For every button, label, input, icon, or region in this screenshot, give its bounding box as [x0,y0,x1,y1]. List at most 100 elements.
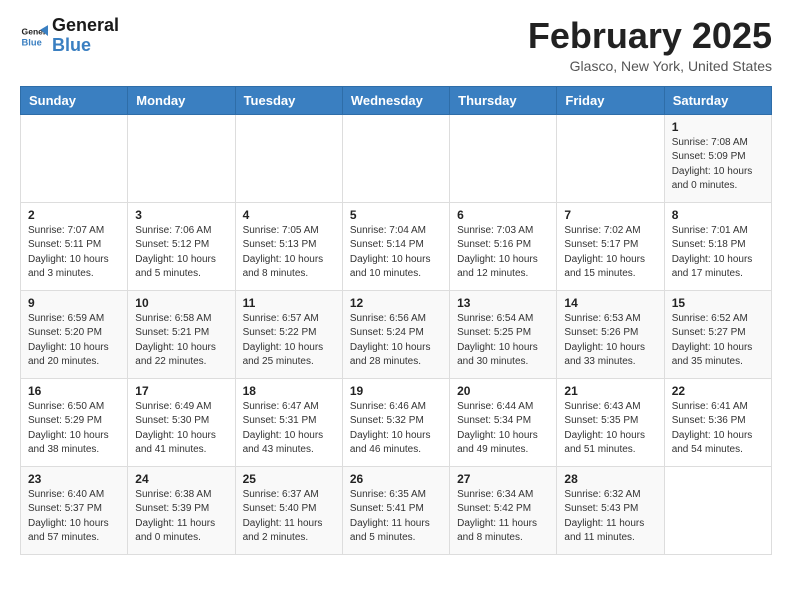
day-number: 21 [564,384,656,398]
day-number: 12 [350,296,442,310]
day-info: Sunrise: 7:04 AM Sunset: 5:14 PM Dayligh… [350,224,442,282]
calendar-cell: 21 Sunrise: 6:43 AM Sunset: 5:35 PM Dayli… [557,378,664,466]
calendar-cell: 14 Sunrise: 6:53 AM Sunset: 5:26 PM Dayli… [557,290,664,378]
day-number: 26 [350,472,442,486]
day-number: 23 [28,472,120,486]
month-title: February 2025 [528,16,772,56]
day-info: Sunrise: 6:41 AM Sunset: 5:36 PM Dayligh… [672,400,764,458]
calendar-cell: 5 Sunrise: 7:04 AM Sunset: 5:14 PM Daylig… [342,202,449,290]
calendar-week-2: 2Sunrise: 7:07 AM Sunset: 5:11 PM Daylig… [21,202,772,290]
calendar-cell [664,466,771,554]
day-number: 3 [135,208,227,222]
day-info: Sunrise: 6:53 AM Sunset: 5:26 PM Dayligh… [564,312,656,370]
calendar-cell: 13 Sunrise: 6:54 AM Sunset: 5:25 PM Dayli… [450,290,557,378]
day-number: 10 [135,296,227,310]
day-number: 27 [457,472,549,486]
logo-line2: Blue [52,36,119,56]
day-info: Sunrise: 6:32 AM Sunset: 5:43 PM Dayligh… [564,488,656,546]
title-area: February 2025 Glasco, New York, United S… [528,16,772,74]
page: General Blue General Blue February 2025 … [0,0,792,571]
calendar-cell: 25 Sunrise: 6:37 AM Sunset: 5:40 PM Dayli… [235,466,342,554]
day-info: Sunrise: 6:43 AM Sunset: 5:35 PM Dayligh… [564,400,656,458]
day-number: 18 [243,384,335,398]
day-info: Sunrise: 6:56 AM Sunset: 5:24 PM Dayligh… [350,312,442,370]
calendar-cell: 20 Sunrise: 6:44 AM Sunset: 5:34 PM Dayli… [450,378,557,466]
day-number: 24 [135,472,227,486]
weekday-header-tuesday: Tuesday [235,86,342,114]
calendar-week-4: 16 Sunrise: 6:50 AM Sunset: 5:29 PM Dayli… [21,378,772,466]
day-number: 19 [350,384,442,398]
weekday-header-saturday: Saturday [664,86,771,114]
logo-line1: General [52,16,119,36]
calendar-cell: 9 Sunrise: 6:59 AM Sunset: 5:20 PM Daylig… [21,290,128,378]
calendar-cell [235,114,342,202]
day-info: Sunrise: 7:05 AM Sunset: 5:13 PM Dayligh… [243,224,335,282]
weekday-header-monday: Monday [128,86,235,114]
day-number: 25 [243,472,335,486]
calendar-cell: 22Sunrise: 6:41 AM Sunset: 5:36 PM Dayli… [664,378,771,466]
calendar-cell [21,114,128,202]
day-info: Sunrise: 6:38 AM Sunset: 5:39 PM Dayligh… [135,488,227,546]
day-info: Sunrise: 6:37 AM Sunset: 5:40 PM Dayligh… [243,488,335,546]
day-info: Sunrise: 6:44 AM Sunset: 5:34 PM Dayligh… [457,400,549,458]
calendar-cell: 4 Sunrise: 7:05 AM Sunset: 5:13 PM Daylig… [235,202,342,290]
day-number: 9 [28,296,120,310]
calendar-cell: 28Sunrise: 6:32 AM Sunset: 5:43 PM Dayli… [557,466,664,554]
day-number: 7 [564,208,656,222]
calendar-cell [557,114,664,202]
day-info: Sunrise: 6:54 AM Sunset: 5:25 PM Dayligh… [457,312,549,370]
day-number: 17 [135,384,227,398]
calendar-cell: 17 Sunrise: 6:49 AM Sunset: 5:30 PM Dayli… [128,378,235,466]
day-info: Sunrise: 6:47 AM Sunset: 5:31 PM Dayligh… [243,400,335,458]
day-info: Sunrise: 6:49 AM Sunset: 5:30 PM Dayligh… [135,400,227,458]
calendar-cell: 12 Sunrise: 6:56 AM Sunset: 5:24 PM Dayli… [342,290,449,378]
day-number: 1 [672,120,764,134]
logo: General Blue General Blue [20,16,119,56]
day-info: Sunrise: 7:01 AM Sunset: 5:18 PM Dayligh… [672,224,764,282]
calendar-cell: 11Sunrise: 6:57 AM Sunset: 5:22 PM Dayli… [235,290,342,378]
day-number: 6 [457,208,549,222]
calendar-cell: 8 Sunrise: 7:01 AM Sunset: 5:18 PM Daylig… [664,202,771,290]
day-number: 5 [350,208,442,222]
calendar-cell: 2Sunrise: 7:07 AM Sunset: 5:11 PM Daylig… [21,202,128,290]
weekday-header-thursday: Thursday [450,86,557,114]
day-info: Sunrise: 6:35 AM Sunset: 5:41 PM Dayligh… [350,488,442,546]
day-number: 11 [243,296,335,310]
header: General Blue General Blue February 2025 … [20,16,772,74]
calendar-cell: 7Sunrise: 7:02 AM Sunset: 5:17 PM Daylig… [557,202,664,290]
calendar-week-1: 1 Sunrise: 7:08 AM Sunset: 5:09 PM Daylig… [21,114,772,202]
day-info: Sunrise: 6:52 AM Sunset: 5:27 PM Dayligh… [672,312,764,370]
day-number: 14 [564,296,656,310]
calendar-cell: 27 Sunrise: 6:34 AM Sunset: 5:42 PM Dayli… [450,466,557,554]
calendar-week-5: 23Sunrise: 6:40 AM Sunset: 5:37 PM Dayli… [21,466,772,554]
day-number: 8 [672,208,764,222]
day-info: Sunrise: 6:46 AM Sunset: 5:32 PM Dayligh… [350,400,442,458]
day-number: 4 [243,208,335,222]
day-number: 15 [672,296,764,310]
calendar-cell: 15 Sunrise: 6:52 AM Sunset: 5:27 PM Dayli… [664,290,771,378]
weekday-header-sunday: Sunday [21,86,128,114]
day-info: Sunrise: 7:03 AM Sunset: 5:16 PM Dayligh… [457,224,549,282]
day-number: 20 [457,384,549,398]
svg-text:Blue: Blue [22,37,42,47]
calendar-cell: 3 Sunrise: 7:06 AM Sunset: 5:12 PM Daylig… [128,202,235,290]
calendar-cell [450,114,557,202]
day-number: 13 [457,296,549,310]
weekday-header-wednesday: Wednesday [342,86,449,114]
day-info: Sunrise: 6:50 AM Sunset: 5:29 PM Dayligh… [28,400,120,458]
day-info: Sunrise: 6:59 AM Sunset: 5:20 PM Dayligh… [28,312,120,370]
calendar-cell [342,114,449,202]
calendar-cell: 24 Sunrise: 6:38 AM Sunset: 5:39 PM Dayli… [128,466,235,554]
day-info: Sunrise: 6:34 AM Sunset: 5:42 PM Dayligh… [457,488,549,546]
logo-text: General Blue [52,16,119,56]
calendar-cell [128,114,235,202]
logo-icon: General Blue [20,22,48,50]
calendar-cell: 16 Sunrise: 6:50 AM Sunset: 5:29 PM Dayli… [21,378,128,466]
calendar-cell: 1 Sunrise: 7:08 AM Sunset: 5:09 PM Daylig… [664,114,771,202]
day-info: Sunrise: 7:08 AM Sunset: 5:09 PM Dayligh… [672,136,764,194]
day-number: 16 [28,384,120,398]
day-info: Sunrise: 7:06 AM Sunset: 5:12 PM Dayligh… [135,224,227,282]
calendar-table: SundayMondayTuesdayWednesdayThursdayFrid… [20,86,772,555]
weekday-header-friday: Friday [557,86,664,114]
weekday-header-row: SundayMondayTuesdayWednesdayThursdayFrid… [21,86,772,114]
